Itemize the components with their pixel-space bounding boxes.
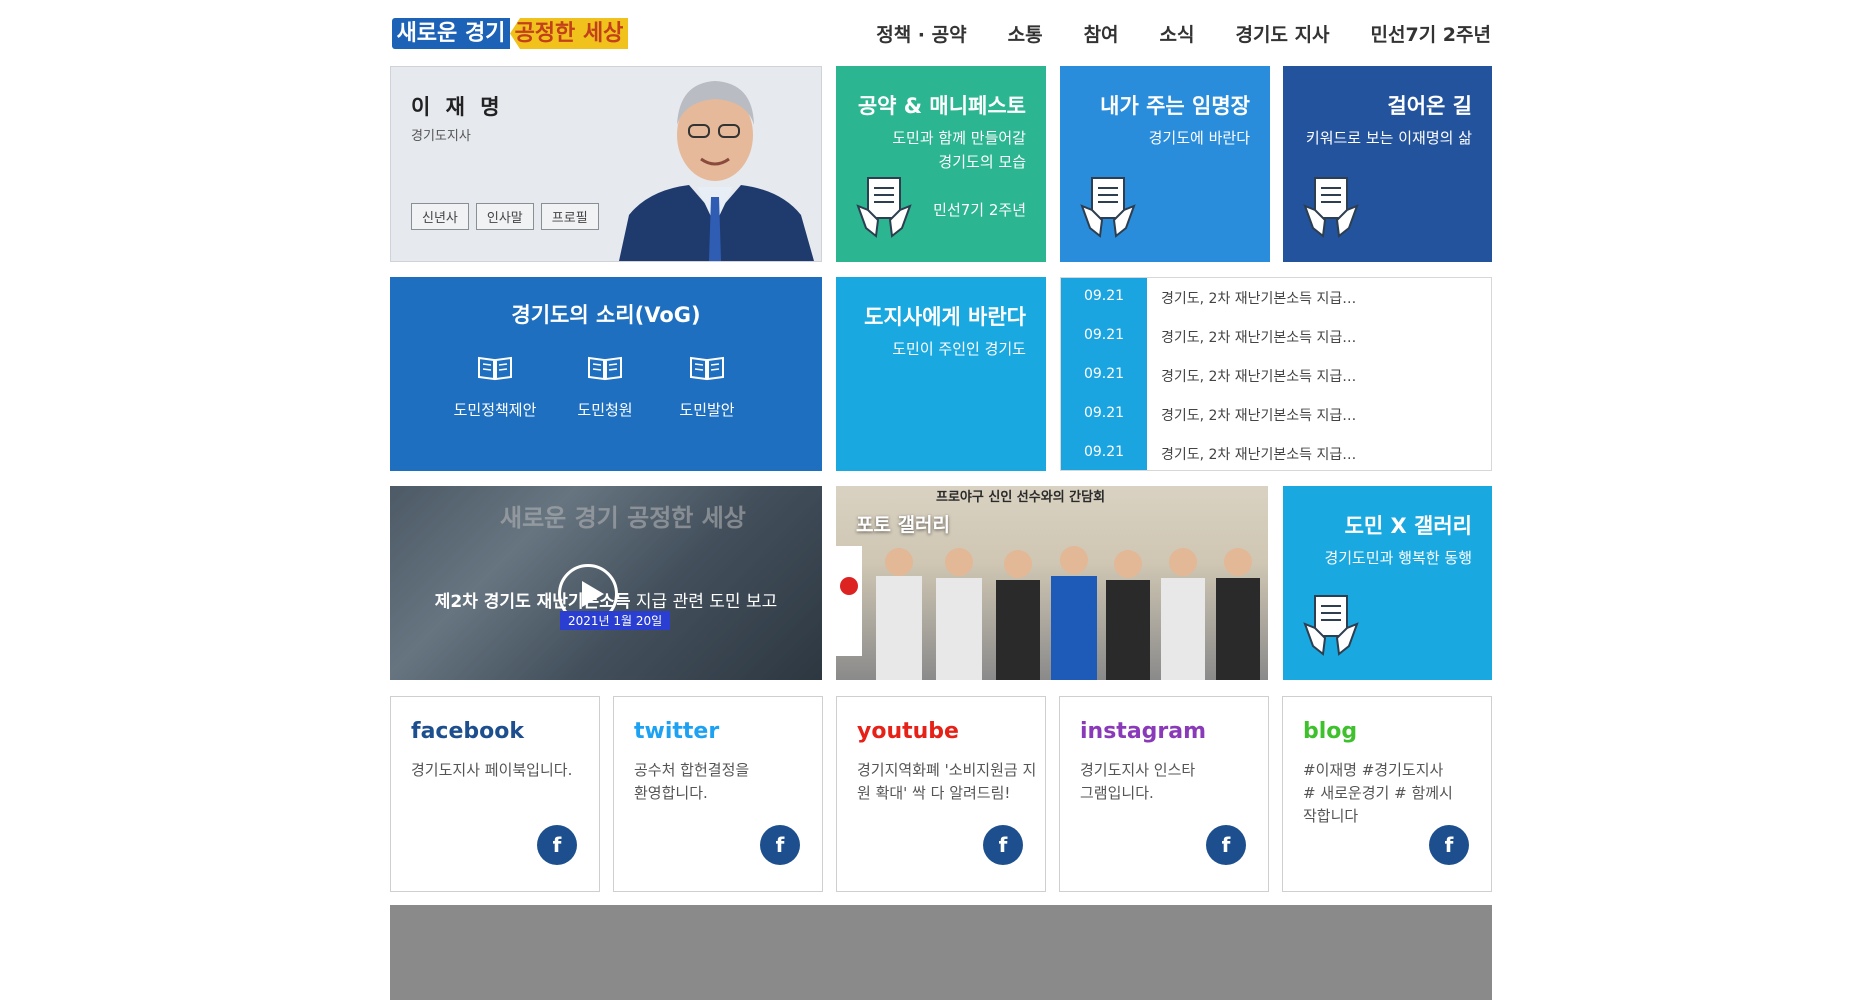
- social-title: facebook: [411, 719, 524, 744]
- pledge-title: 공약 & 매니페스토: [857, 94, 1026, 118]
- social-card-youtube[interactable]: youtube 경기지역화폐 '소비지원금 지원 확대' 싹 다 알려드림! f: [836, 696, 1046, 892]
- social-desc: 경기도지사 페이북입니다.: [411, 761, 573, 779]
- facebook-icon[interactable]: f: [983, 825, 1023, 865]
- news-date: 09.21: [1083, 444, 1125, 460]
- vog-item-policy-proposal[interactable]: 도민정책제안: [440, 355, 550, 420]
- facebook-icon[interactable]: f: [1206, 825, 1246, 865]
- logo-right-text: 공정한 세상: [510, 18, 628, 49]
- news-date: 09.21: [1083, 327, 1125, 343]
- facebook-icon[interactable]: f: [537, 825, 577, 865]
- book-icon: [588, 356, 622, 381]
- xgallery-subtitle: 경기도민과 행복한 동행: [1324, 549, 1472, 567]
- appointment-title: 내가 주는 임명장: [1100, 94, 1250, 118]
- social-card-twitter[interactable]: twitter 공수처 합헌결정을 환영합니다. f: [613, 696, 823, 892]
- pledge-subtitle: 도민과 함께 만들어갈 경기도의 모습 민선7기 2주년: [892, 126, 1026, 222]
- vog-title: 경기도의 소리(VoG): [511, 303, 701, 327]
- main-nav: 정책 · 공약 소통 참여 소식 경기도 지사 민선7기 2주년: [876, 20, 1491, 47]
- news-item[interactable]: 09.21 경기도, 2차 재난기본소득 지급…: [1061, 356, 1491, 395]
- book-icon: [690, 356, 724, 381]
- citizen-x-gallery-tile[interactable]: 도민 X 갤러리 경기도민과 행복한 동행: [1283, 486, 1492, 680]
- vog-item-petition[interactable]: 도민청원: [550, 355, 660, 420]
- logo-left-text: 새로운 경기: [392, 18, 510, 49]
- road-title: 걸어온 길: [1387, 94, 1472, 118]
- governor-profile-card: 이 재 명 경기도지사 신년사 인사말 프로필: [390, 66, 822, 262]
- photo-banner: 프로야구 신인 선수와의 간담회: [936, 490, 1106, 505]
- nav-item-anniversary[interactable]: 민선7기 2주년: [1371, 20, 1491, 47]
- greeting-button[interactable]: 인사말: [475, 203, 534, 230]
- news-title: 경기도, 2차 재난기본소득 지급…: [1161, 369, 1357, 385]
- governor-portrait: [619, 81, 814, 261]
- news-list: 09.21 경기도, 2차 재난기본소득 지급… 09.21 경기도, 2차 재난기…: [1060, 277, 1492, 471]
- photo-gallery-tile[interactable]: 프로야구 신인 선수와의 간담회 포토 갤러리: [836, 486, 1268, 680]
- pledge-sub-line1: 도민과 함께 만들어갈: [892, 129, 1026, 147]
- footer-band: [390, 905, 1492, 1000]
- book-icon: [478, 356, 512, 381]
- appointment-tile[interactable]: 내가 주는 임명장 경기도에 바란다: [1060, 66, 1270, 262]
- news-date: 09.21: [1083, 405, 1125, 421]
- news-title: 경기도, 2차 재난기본소득 지급…: [1161, 291, 1357, 307]
- document-hands-icon: [1303, 595, 1359, 656]
- vog-item-label: 도민발안: [679, 401, 735, 419]
- nav-item-participation[interactable]: 참여: [1084, 20, 1119, 47]
- governor-name: 이 재 명: [411, 95, 504, 119]
- news-item[interactable]: 09.21 경기도, 2차 재난기본소득 지급…: [1061, 278, 1491, 317]
- nav-item-news[interactable]: 소식: [1160, 20, 1195, 47]
- document-hands-icon: [1080, 177, 1136, 238]
- site-logo[interactable]: 새로운 경기 공정한 세상: [392, 18, 628, 49]
- social-title: instagram: [1080, 719, 1207, 744]
- voice-of-gyeonggi-panel: 경기도의 소리(VoG) 도민정책제안 도민청원 도민발안: [390, 277, 822, 471]
- pledge-sub-line3: 민선7기 2주년: [933, 201, 1026, 219]
- wish-subtitle: 도민이 주인인 경기도: [892, 340, 1026, 358]
- photo-group-image: [836, 546, 1260, 680]
- video-thumbnail[interactable]: 새로운 경기 공정한 세상 제2차 경기도 재난기본소득 지급 관련 도민 보고…: [390, 486, 822, 680]
- vog-item-initiative[interactable]: 도민발안: [652, 355, 762, 420]
- life-road-tile[interactable]: 걸어온 길 키워드로 보는 이재명의 삶: [1283, 66, 1492, 262]
- wish-to-governor-tile[interactable]: 도지사에게 바란다 도민이 주인인 경기도: [836, 277, 1046, 471]
- profile-buttons: 신년사 인사말 프로필: [411, 203, 599, 230]
- document-hands-icon: [1303, 177, 1359, 238]
- pledge-sub-line2: 경기도의 모습: [938, 153, 1026, 171]
- news-item[interactable]: 09.21 경기도, 2차 재난기본소득 지급…: [1061, 317, 1491, 356]
- news-item[interactable]: 09.21 경기도, 2차 재난기본소득 지급…: [1061, 395, 1491, 434]
- social-card-blog[interactable]: blog #이재명 #경기도지사 # 새로운경기 # 함께시작합니다 f: [1282, 696, 1492, 892]
- nav-item-communication[interactable]: 소통: [1008, 20, 1043, 47]
- vog-item-label: 도민정책제안: [453, 401, 537, 419]
- wish-title: 도지사에게 바란다: [864, 305, 1026, 329]
- nav-item-governor[interactable]: 경기도 지사: [1236, 20, 1330, 47]
- road-subtitle: 키워드로 보는 이재명의 삶: [1305, 129, 1472, 147]
- document-hands-icon: [856, 177, 912, 238]
- news-date: 09.21: [1083, 288, 1125, 304]
- news-title: 경기도, 2차 재난기본소득 지급…: [1161, 330, 1357, 346]
- news-title: 경기도, 2차 재난기본소득 지급…: [1161, 408, 1357, 424]
- new-year-address-button[interactable]: 신년사: [411, 203, 469, 230]
- governor-role: 경기도지사: [411, 129, 471, 144]
- social-desc: 경기지역화폐 '소비지원금 지원 확대' 싹 다 알려드림!: [857, 761, 1037, 802]
- video-date: 2021년 1월 20일: [560, 611, 671, 630]
- news-item[interactable]: 09.21 경기도, 2차 재난기본소득 지급…: [1061, 434, 1491, 470]
- social-desc: #이재명 #경기도지사 # 새로운경기 # 함께시작합니다: [1303, 761, 1453, 825]
- profile-button[interactable]: 프로필: [540, 203, 599, 230]
- video-caption: 제2차 경기도 재난기본소득 지급 관련 도민 보고: [390, 587, 822, 612]
- social-title: twitter: [634, 719, 720, 744]
- social-desc: 공수처 합헌결정을 환영합니다.: [634, 761, 750, 802]
- appointment-subtitle: 경기도에 바란다: [1148, 129, 1250, 147]
- social-title: youtube: [857, 719, 959, 744]
- social-card-facebook[interactable]: facebook 경기도지사 페이북입니다. f: [390, 696, 600, 892]
- facebook-icon[interactable]: f: [1429, 825, 1469, 865]
- video-caption-rest: 지급 관련 도민 보고: [630, 592, 778, 612]
- nav-item-policy[interactable]: 정책 · 공약: [876, 20, 966, 47]
- pledge-manifesto-tile[interactable]: 공약 & 매니페스토 도민과 함께 만들어갈 경기도의 모습 민선7기 2주년: [836, 66, 1046, 262]
- news-title: 경기도, 2차 재난기본소득 지급…: [1161, 447, 1357, 463]
- video-caption-bold: 제2차 경기도 재난기본소득: [434, 592, 631, 612]
- vog-item-label: 도민청원: [577, 401, 633, 419]
- news-date: 09.21: [1083, 366, 1125, 382]
- social-card-instagram[interactable]: instagram 경기도지사 인스타그램입니다. f: [1059, 696, 1269, 892]
- social-title: blog: [1303, 719, 1358, 744]
- social-desc: 경기도지사 인스타그램입니다.: [1080, 761, 1196, 802]
- facebook-icon[interactable]: f: [760, 825, 800, 865]
- xgallery-title: 도민 X 갤러리: [1344, 514, 1472, 538]
